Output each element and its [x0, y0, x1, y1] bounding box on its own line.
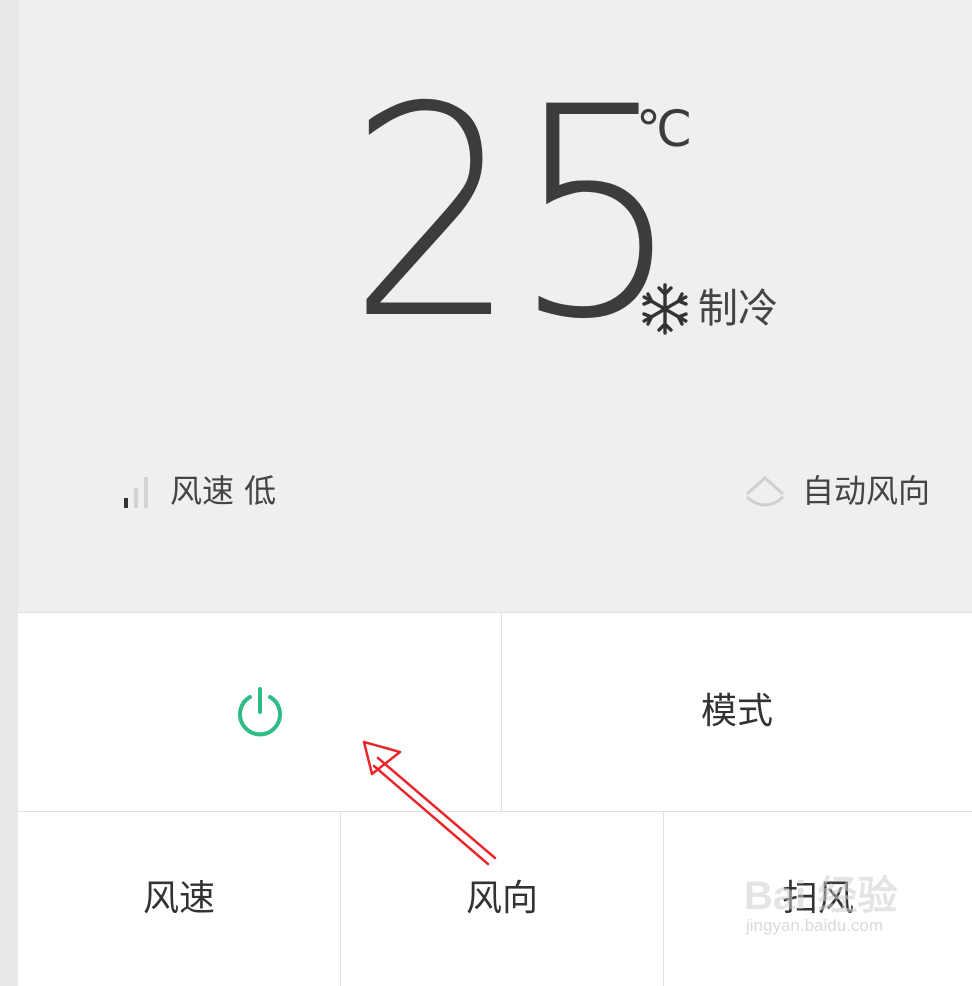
watermark-url: jingyan.baidu.com: [746, 916, 884, 935]
power-button[interactable]: [18, 613, 501, 811]
left-edge-strip: [0, 0, 18, 986]
divider-middle: [18, 811, 972, 812]
fan-speed-status: 风速 低: [122, 474, 276, 508]
fan-speed-button[interactable]: 风速: [18, 812, 340, 986]
temperature-value: 25: [348, 46, 682, 383]
status-panel: 25 ℃ 制冷 风速 低 自动风向: [18, 0, 972, 612]
mode-button[interactable]: 模式: [502, 613, 972, 811]
snowflake-icon: [638, 282, 692, 336]
divider-top: [18, 612, 972, 613]
temperature-unit: ℃: [636, 100, 693, 158]
air-direction-icon: [744, 474, 786, 508]
current-mode: 制冷: [638, 282, 778, 336]
mode-button-label: 模式: [700, 691, 773, 732]
air-direction-status: 自动风向: [744, 474, 930, 508]
watermark: Bai 经验 jingyan.baidu.com: [744, 876, 897, 936]
air-direction-button-label: 风向: [465, 878, 538, 919]
power-icon: [233, 685, 287, 739]
fan-speed-status-label: 风速 低: [170, 472, 277, 510]
air-direction-button[interactable]: 风向: [341, 812, 663, 986]
divider-power-mode: [501, 613, 502, 811]
divider-direction-swing: [663, 812, 664, 986]
mode-label: 制冷: [698, 286, 778, 332]
signal-bars-icon: [122, 474, 152, 508]
fan-speed-button-label: 风速: [142, 878, 215, 919]
air-direction-status-label: 自动风向: [801, 472, 930, 510]
remote-control-screen: 25 ℃ 制冷 风速 低 自动风向 模式 风速 风向 扫风 Bai 经验 jin…: [0, 0, 972, 986]
divider-fan-direction: [340, 812, 341, 986]
watermark-brand: Bai 经验: [744, 874, 898, 918]
